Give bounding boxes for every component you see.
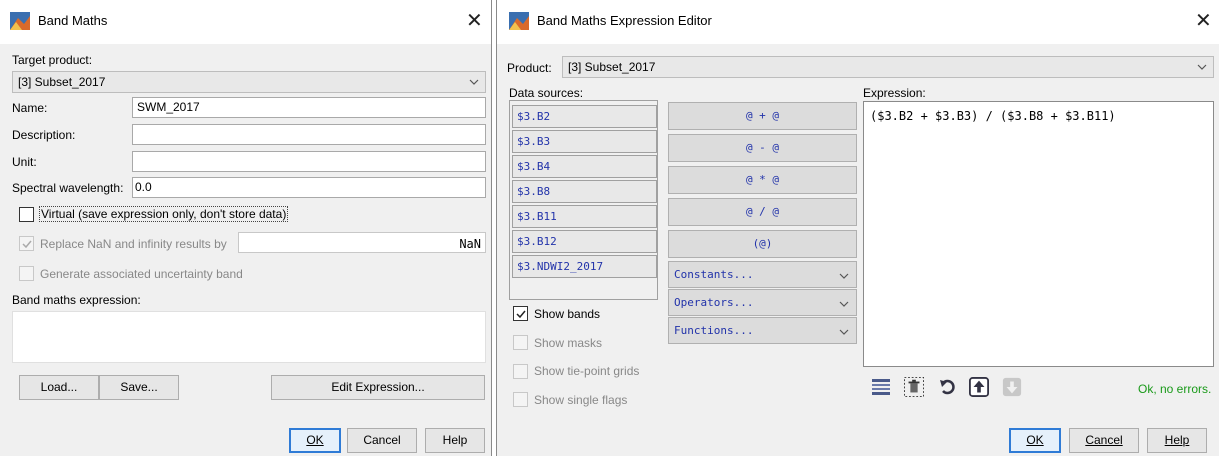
select-all-icon[interactable] xyxy=(871,377,891,397)
description-label: Description: xyxy=(12,128,76,142)
band-maths-title: Band Maths xyxy=(38,13,108,28)
show-single-flags-label: Show single flags xyxy=(534,393,628,407)
expression-editor-app-icon xyxy=(509,12,529,30)
edit-expression-button[interactable]: Edit Expression... xyxy=(271,375,485,400)
show-bands-checkbox[interactable] xyxy=(513,306,528,321)
spectral-wavelength-field[interactable]: 0.0 xyxy=(132,177,486,198)
cancel-button[interactable]: Cancel xyxy=(1069,428,1139,453)
operators-dropdown[interactable]: Operators... xyxy=(668,289,857,316)
ok-button[interactable]: OK xyxy=(289,428,341,453)
target-product-select[interactable]: [3] Subset_2017 xyxy=(12,71,486,93)
data-source-item[interactable]: $3.B4 xyxy=(512,155,657,178)
show-tie-point-label: Show tie-point grids xyxy=(534,364,640,378)
chevron-down-icon xyxy=(839,273,849,279)
replace-nan-checkbox[interactable] xyxy=(19,236,34,251)
data-sources-list: $3.B2 $3.B3 $3.B4 $3.B8 $3.B11 $3.B12 $3… xyxy=(509,100,658,300)
expression-editor-title: Band Maths Expression Editor xyxy=(537,13,712,28)
history-up-icon[interactable] xyxy=(969,377,989,397)
target-product-label: Target product: xyxy=(12,53,93,67)
data-source-item[interactable]: $3.NDWI2_2017 xyxy=(512,255,657,278)
data-source-item[interactable]: $3.B12 xyxy=(512,230,657,253)
unit-label: Unit: xyxy=(12,155,37,169)
band-maths-titlebar: Band Maths ✕ xyxy=(0,0,491,44)
close-icon[interactable]: ✕ xyxy=(466,11,483,31)
ok-button[interactable]: OK xyxy=(1009,428,1061,453)
expression-textarea[interactable]: ($3.B2 + $3.B3) / ($3.B8 + $3.B11) xyxy=(863,101,1214,367)
show-masks-label: Show masks xyxy=(534,336,603,350)
undo-icon[interactable] xyxy=(938,377,958,397)
op-parentheses-button[interactable]: (@) xyxy=(668,230,857,258)
show-masks-checkbox[interactable] xyxy=(513,335,528,350)
virtual-checkbox[interactable] xyxy=(19,207,34,222)
uncertainty-checkbox[interactable] xyxy=(19,266,34,281)
data-source-item[interactable]: $3.B2 xyxy=(512,105,657,128)
expression-label: Expression: xyxy=(863,86,926,100)
op-subtract-button[interactable]: @ - @ xyxy=(668,134,857,162)
band-maths-app-icon xyxy=(10,12,30,30)
spectral-wavelength-label: Spectral wavelength: xyxy=(12,181,124,195)
data-source-item[interactable]: $3.B11 xyxy=(512,205,657,228)
chevron-down-icon xyxy=(839,301,849,307)
show-bands-label: Show bands xyxy=(534,307,601,321)
chevron-down-icon xyxy=(839,329,849,335)
description-field[interactable] xyxy=(132,124,486,145)
replace-nan-field[interactable]: NaN xyxy=(238,232,486,253)
name-label: Name: xyxy=(12,101,48,115)
history-down-icon[interactable] xyxy=(1002,377,1022,397)
data-source-item[interactable]: $3.B3 xyxy=(512,130,657,153)
product-select[interactable]: [3] Subset_2017 xyxy=(562,56,1214,78)
checkmark-icon xyxy=(22,240,32,249)
op-add-button[interactable]: @ + @ xyxy=(668,102,857,130)
close-icon[interactable]: ✕ xyxy=(1195,11,1212,31)
replace-nan-label: Replace NaN and infinity results by xyxy=(40,237,227,251)
expression-area[interactable] xyxy=(12,311,486,363)
op-multiply-button[interactable]: @ * @ xyxy=(668,166,857,194)
expression-editor-titlebar: Band Maths Expression Editor ✕ xyxy=(497,0,1219,44)
product-label: Product: xyxy=(507,61,552,75)
load-button[interactable]: Load... xyxy=(19,375,99,400)
show-single-flags-checkbox[interactable] xyxy=(513,392,528,407)
trash-icon[interactable] xyxy=(904,377,924,397)
cancel-button[interactable]: Cancel xyxy=(347,428,417,453)
data-source-item[interactable]: $3.B8 xyxy=(512,180,657,203)
band-maths-dialog: Band Maths ✕ Target product: [3] Subset_… xyxy=(0,0,492,456)
virtual-label: Virtual (save expression only, don't sto… xyxy=(38,206,289,222)
expression-editor-dialog: Band Maths Expression Editor ✕ Product: … xyxy=(496,0,1219,456)
status-text: Ok, no errors. xyxy=(1138,382,1212,396)
unit-field[interactable] xyxy=(132,151,486,172)
help-button[interactable]: Help xyxy=(425,428,485,453)
save-button[interactable]: Save... xyxy=(99,375,179,400)
expression-label: Band maths expression: xyxy=(12,293,141,307)
show-tie-point-checkbox[interactable] xyxy=(513,364,528,379)
checkmark-icon xyxy=(516,310,526,319)
help-button[interactable]: Help xyxy=(1147,428,1207,453)
chevron-down-icon xyxy=(1197,64,1207,70)
op-divide-button[interactable]: @ / @ xyxy=(668,198,857,226)
data-sources-label: Data sources: xyxy=(509,86,584,100)
uncertainty-label: Generate associated uncertainty band xyxy=(40,267,243,281)
chevron-down-icon xyxy=(469,79,479,85)
name-field[interactable]: SWM_2017 xyxy=(132,97,486,118)
functions-dropdown[interactable]: Functions... xyxy=(668,317,857,344)
constants-dropdown[interactable]: Constants... xyxy=(668,261,857,288)
